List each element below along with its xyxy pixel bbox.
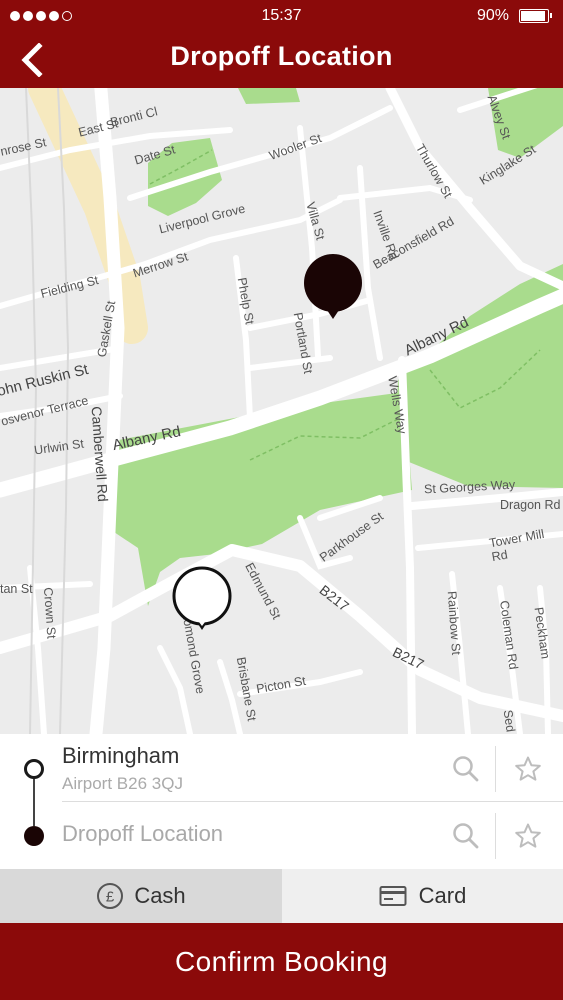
dropoff-search-button[interactable]	[449, 819, 483, 853]
street-label: Peckham	[531, 606, 553, 660]
street-label: St Georges Way	[423, 477, 516, 497]
dropoff-location-field[interactable]: Dropoff Location	[62, 821, 223, 847]
battery-percentage: 90%	[476, 7, 509, 24]
street-label: Wells Way	[385, 375, 410, 435]
star-icon	[515, 823, 541, 848]
street-label: Crown St	[40, 586, 59, 640]
status-bar: 15:37 90%	[0, 0, 563, 32]
search-icon	[453, 756, 479, 782]
pickup-actions-separator	[495, 746, 496, 792]
street-label: Brisbane St	[233, 655, 259, 723]
street-label: Picton St	[255, 673, 307, 697]
street-label: Thurlow St	[412, 141, 455, 201]
street-label: Urlwin St	[33, 436, 85, 458]
header: Dropoff Location	[0, 32, 563, 88]
payment-card-label: Card	[418, 883, 467, 908]
pound-coin-icon: £	[97, 883, 124, 909]
street-label: osvenor Terrace	[0, 393, 90, 429]
credit-card-icon	[379, 886, 407, 906]
street-label: Fielding St	[39, 273, 100, 301]
page-title: Dropoff Location	[170, 41, 393, 71]
street-label: Gaskell St	[94, 299, 119, 359]
pickup-favorite-button[interactable]	[511, 752, 545, 786]
pickup-address-title[interactable]: Birmingham	[62, 743, 179, 769]
street-label: B217	[390, 643, 427, 673]
street-label: Edmund St	[242, 560, 284, 622]
street-label: Camberwell Rd	[88, 405, 112, 503]
street-label: tan St	[0, 582, 33, 596]
street-label: Phelp St	[234, 276, 257, 326]
street-label: Alvey St	[484, 93, 514, 141]
street-labels: East St Bronti Cl nrose St Date St Woole…	[0, 88, 563, 734]
street-label: ohn Ruskin St	[0, 360, 91, 401]
street-label: Villa St	[303, 200, 328, 242]
search-icon	[453, 823, 479, 849]
route-connector-line	[33, 778, 35, 826]
dropoff-map-marker[interactable]	[171, 566, 233, 632]
street-label: Tower Mill Rd	[488, 526, 546, 565]
confirm-booking-button[interactable]: Confirm Booking	[0, 923, 563, 1000]
street-label: Albany Rd	[110, 422, 183, 455]
street-label: Merrow St	[131, 249, 190, 281]
pickup-address-subtitle[interactable]: Airport B26 3QJ	[62, 774, 183, 794]
pickup-marker-icon	[24, 759, 44, 779]
address-divider	[62, 801, 563, 802]
street-label: Sed	[500, 709, 518, 733]
payment-cash-label: Cash	[134, 883, 186, 908]
battery-level	[521, 11, 545, 21]
street-label: Kinglake St	[477, 142, 539, 188]
street-label: Date St	[132, 142, 177, 168]
street-label: Rainbow St	[444, 590, 464, 656]
payment-card-tab[interactable]: Card	[282, 869, 563, 923]
pickup-map-marker[interactable]	[303, 253, 363, 321]
battery-icon	[519, 9, 552, 23]
street-label: B217	[316, 581, 353, 615]
street-label: Dragon Rd	[500, 498, 561, 512]
payment-cash-tab[interactable]: £ Cash	[0, 869, 282, 923]
street-label: nrose St	[0, 135, 48, 159]
street-label: Parkhouse St	[317, 509, 386, 565]
street-label: Liverpool Grove	[157, 201, 247, 237]
pickup-search-button[interactable]	[449, 752, 483, 786]
map-view[interactable]: East St Bronti Cl nrose St Date St Woole…	[0, 88, 563, 734]
street-label: Coleman Rd	[496, 599, 521, 671]
dropoff-favorite-button[interactable]	[511, 819, 545, 853]
street-label: Albany Rd	[401, 313, 472, 360]
dropoff-actions-separator	[495, 813, 496, 859]
street-label: Wooler St	[267, 131, 324, 163]
dropoff-marker-icon	[24, 826, 44, 846]
svg-text:£: £	[106, 889, 115, 906]
star-icon	[515, 756, 541, 781]
street-label: Bronti Cl	[109, 104, 159, 130]
map-pin-outline-icon	[172, 566, 232, 630]
map-pin-filled-icon	[304, 254, 362, 319]
